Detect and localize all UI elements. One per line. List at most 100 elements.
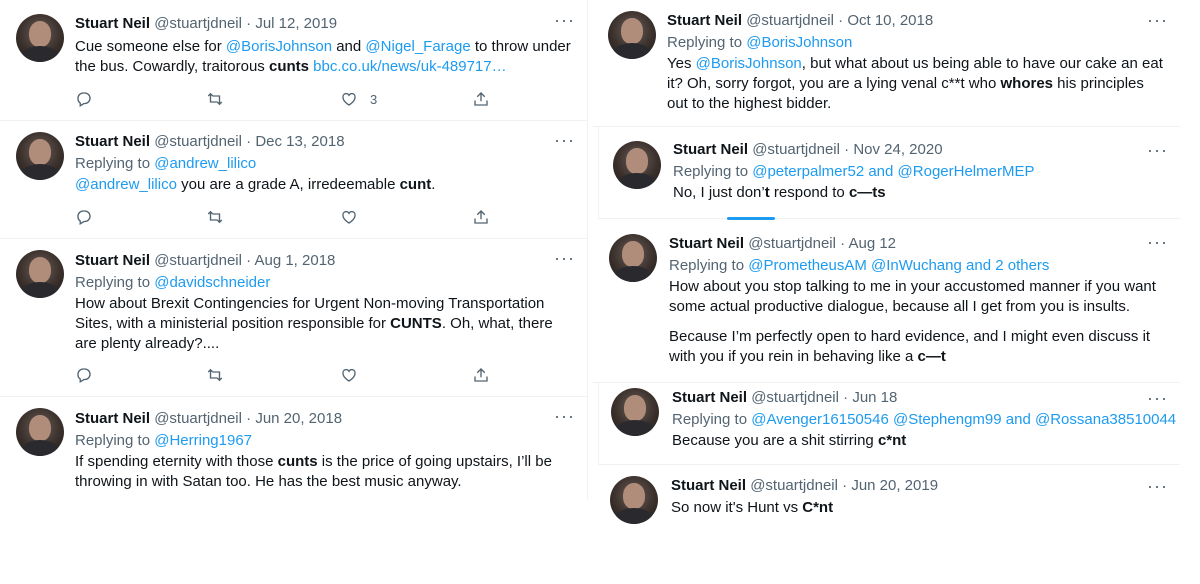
- tweet-date[interactable]: Nov 24, 2020: [853, 141, 942, 158]
- tweet-date[interactable]: Jun 20, 2018: [255, 410, 342, 427]
- tweet-date[interactable]: Aug 1, 2018: [254, 252, 335, 269]
- tweet[interactable]: Stuart Neil @stuartjdneil · Jun 18 Reply…: [598, 382, 1180, 465]
- more-icon[interactable]: ···: [554, 130, 575, 151]
- author-name[interactable]: Stuart Neil: [667, 12, 742, 29]
- tweet-text: Yes @BorisJohnson, but what about us bei…: [667, 55, 1163, 112]
- more-icon[interactable]: ···: [1147, 476, 1168, 497]
- like-button[interactable]: [340, 206, 358, 228]
- tweet-date[interactable]: Jun 18: [852, 389, 897, 406]
- reply-icon: [77, 92, 91, 107]
- mention-link[interactable]: @andrew_lilico: [154, 155, 256, 172]
- share-button[interactable]: [472, 364, 490, 386]
- like-button[interactable]: 3: [340, 88, 377, 110]
- tweet-text: How about you stop talking to me in your…: [669, 278, 1156, 365]
- more-icon[interactable]: ···: [554, 248, 575, 269]
- tweet-text: How about Brexit Contingencies for Urgen…: [75, 295, 553, 352]
- tweet-date[interactable]: Oct 10, 2018: [847, 12, 933, 29]
- retweet-icon: [207, 210, 223, 224]
- tweet[interactable]: Stuart Neil @stuartjdneil · Aug 1, 2018 …: [0, 238, 587, 397]
- more-icon[interactable]: ···: [1147, 388, 1168, 409]
- like-button[interactable]: [340, 364, 358, 386]
- author-name[interactable]: Stuart Neil: [75, 410, 150, 427]
- tweet[interactable]: Stuart Neil @stuartjdneil · Nov 24, 2020…: [598, 126, 1180, 219]
- more-icon[interactable]: ···: [554, 406, 575, 427]
- reply-button[interactable]: [75, 206, 93, 228]
- reply-button[interactable]: [75, 364, 93, 386]
- mention-link[interactable]: @PrometheusAM: [748, 257, 867, 274]
- like-count: 3: [370, 91, 378, 107]
- author-name[interactable]: Stuart Neil: [75, 133, 150, 150]
- avatar[interactable]: [611, 388, 659, 436]
- share-button[interactable]: [472, 88, 490, 110]
- author-name[interactable]: Stuart Neil: [75, 15, 150, 32]
- tweet[interactable]: Stuart Neil @stuartjdneil · Jun 20, 2018…: [0, 396, 587, 500]
- avatar[interactable]: [610, 476, 658, 524]
- avatar[interactable]: [16, 14, 64, 62]
- tweet-date[interactable]: Jul 12, 2019: [255, 15, 337, 32]
- author-handle[interactable]: @stuartjdneil: [751, 389, 839, 406]
- author-name[interactable]: Stuart Neil: [75, 252, 150, 269]
- reply-button[interactable]: [75, 88, 93, 110]
- tweet[interactable]: Stuart Neil @stuartjdneil · Jul 12, 2019…: [0, 0, 587, 121]
- replying-to: Replying to @Herring1967: [75, 432, 252, 449]
- author-handle[interactable]: @stuartjdneil: [750, 477, 838, 494]
- author-name[interactable]: Stuart Neil: [669, 235, 744, 252]
- mention-link[interactable]: @RogerHelmerMEP: [898, 163, 1035, 180]
- mention-link[interactable]: @peterpalmer52: [752, 163, 864, 180]
- left-timeline: Stuart Neil @stuartjdneil · Jul 12, 2019…: [0, 0, 588, 500]
- tweet-date[interactable]: Dec 13, 2018: [255, 133, 344, 150]
- tweet-header: Stuart Neil @stuartjdneil · Aug 1, 2018: [75, 251, 575, 271]
- author-handle[interactable]: @stuartjdneil: [154, 410, 242, 427]
- share-button[interactable]: [472, 206, 490, 228]
- avatar[interactable]: [608, 11, 656, 59]
- tweet[interactable]: Stuart Neil @stuartjdneil · Oct 10, 2018…: [592, 0, 1180, 127]
- mention-link[interactable]: @Avenger16150546: [751, 411, 889, 428]
- tweet-date[interactable]: Aug 12: [848, 235, 896, 252]
- avatar[interactable]: [16, 132, 64, 180]
- mention-link[interactable]: @BorisJohnson: [746, 34, 852, 51]
- tweet[interactable]: Stuart Neil @stuartjdneil · Jun 20, 2019…: [598, 464, 1180, 545]
- more-icon[interactable]: ···: [1147, 232, 1168, 253]
- author-name[interactable]: Stuart Neil: [673, 141, 748, 158]
- more-icon[interactable]: ···: [1147, 140, 1168, 161]
- tweet[interactable]: Stuart Neil @stuartjdneil · Dec 13, 2018…: [0, 120, 587, 239]
- tweet-date[interactable]: Jun 20, 2019: [851, 477, 938, 494]
- mention-link[interactable]: @Nigel_Farage: [365, 38, 470, 55]
- retweet-button[interactable]: [206, 88, 224, 110]
- tweet-header: Stuart Neil @stuartjdneil · Jul 12, 2019: [75, 14, 575, 34]
- tweet[interactable]: Stuart Neil @stuartjdneil · Aug 12 Reply…: [592, 222, 1180, 383]
- avatar[interactable]: [613, 141, 661, 189]
- separator-dot: ·: [840, 235, 846, 252]
- more-icon[interactable]: ···: [554, 10, 575, 31]
- author-handle[interactable]: @stuartjdneil: [154, 252, 242, 269]
- mention-link[interactable]: @Stephengm99: [893, 411, 1002, 428]
- tweet-header: Stuart Neil @stuartjdneil · Jun 18: [672, 388, 1168, 408]
- tweet-actions: 3: [75, 88, 495, 112]
- author-handle[interactable]: @stuartjdneil: [752, 141, 840, 158]
- retweet-button[interactable]: [206, 364, 224, 386]
- like-icon: [342, 92, 356, 106]
- author-handle[interactable]: @stuartjdneil: [748, 235, 836, 252]
- mention-link[interactable]: @davidschneider: [154, 274, 270, 291]
- separator-dot: ·: [843, 389, 849, 406]
- author-name[interactable]: Stuart Neil: [672, 389, 747, 406]
- mention-link[interactable]: @andrew_lilico: [75, 176, 177, 193]
- author-handle[interactable]: @stuartjdneil: [746, 12, 834, 29]
- more-icon[interactable]: ···: [1147, 10, 1168, 31]
- author-name[interactable]: Stuart Neil: [671, 477, 746, 494]
- retweet-button[interactable]: [206, 206, 224, 228]
- author-handle[interactable]: @stuartjdneil: [154, 15, 242, 32]
- avatar[interactable]: [16, 250, 64, 298]
- url-link[interactable]: bbc.co.uk/news/uk-489717…: [313, 58, 506, 75]
- avatar[interactable]: [16, 408, 64, 456]
- separator-dot: ·: [838, 12, 844, 29]
- mention-link[interactable]: @InWuchang: [871, 257, 962, 274]
- author-handle[interactable]: @stuartjdneil: [154, 133, 242, 150]
- mention-link[interactable]: @Herring1967: [154, 432, 252, 449]
- mention-link[interactable]: @BorisJohnson: [696, 55, 802, 72]
- mention-link[interactable]: @BorisJohnson: [226, 38, 332, 55]
- mention-link[interactable]: @Rossana38510044: [1035, 411, 1176, 428]
- others-link[interactable]: 2 others: [995, 257, 1049, 274]
- tweet-header: Stuart Neil @stuartjdneil · Dec 13, 2018: [75, 132, 575, 152]
- avatar[interactable]: [609, 234, 657, 282]
